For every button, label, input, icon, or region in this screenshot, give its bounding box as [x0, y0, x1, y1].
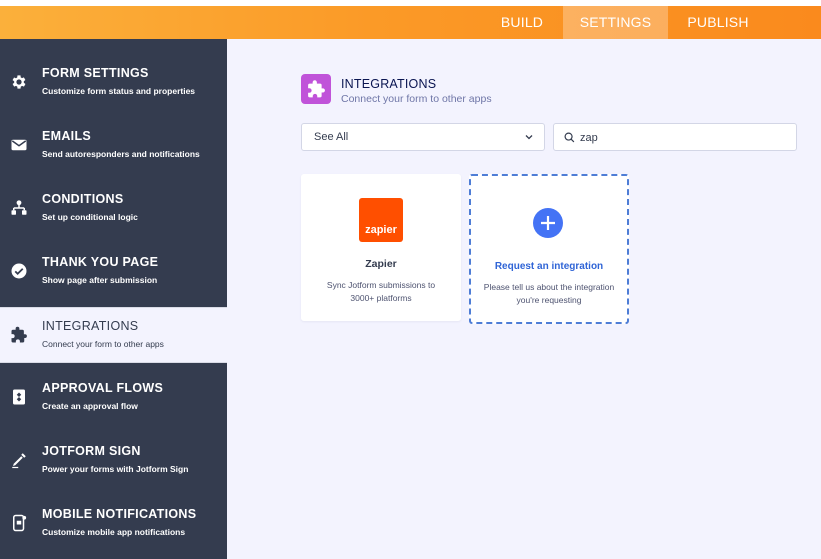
sidebar-item-mobile-notifications[interactable]: MOBILE NOTIFICATIONS Customize mobile ap… [0, 496, 227, 552]
request-integration-link[interactable]: Request an integration [471, 261, 627, 272]
dropdown-selected-value: See All [314, 131, 349, 143]
zapier-logo-text: zapier [365, 224, 397, 236]
sidebar-item-subtitle: Connect your form to other apps [42, 339, 164, 349]
sidebar-item-subtitle: Show page after submission [42, 275, 158, 285]
sidebar-item-jotform-sign[interactable]: JOTFORM SIGN Power your forms with Jotfo… [0, 433, 227, 489]
puzzle-icon [11, 326, 27, 343]
search-icon [564, 132, 575, 143]
tab-publish[interactable]: PUBLISH [668, 6, 768, 39]
sidebar-item-form-settings[interactable]: FORM SETTINGS Customize form status and … [0, 55, 227, 111]
sidebar-item-title: EMAILS [42, 129, 92, 143]
search-input[interactable] [580, 129, 790, 146]
sidebar-item-subtitle: Create an approval flow [42, 401, 138, 411]
category-filter-dropdown[interactable]: See All [301, 123, 545, 151]
sidebar-item-approval-flows[interactable]: APPROVAL FLOWS Create an approval flow [0, 370, 227, 426]
puzzle-icon [308, 80, 325, 98]
sidebar-item-title: THANK YOU PAGE [42, 255, 159, 269]
sidebar-item-subtitle: Customize mobile app notifications [42, 527, 186, 537]
integration-card-zapier[interactable]: zapier Zapier Sync Jotform submissions t… [301, 174, 461, 321]
tab-settings[interactable]: SETTINGS [563, 6, 668, 39]
settings-sidebar: FORM SETTINGS Customize form status and … [0, 39, 227, 559]
sidebar-item-title: APPROVAL FLOWS [42, 381, 164, 395]
hierarchy-icon [11, 200, 27, 215]
page-subtitle: Connect your form to other apps [341, 93, 492, 105]
sidebar-item-integrations[interactable]: INTEGRATIONS Connect your form to other … [0, 307, 227, 363]
sidebar-item-subtitle: Power your forms with Jotform Sign [42, 464, 189, 474]
sidebar-item-title: JOTFORM SIGN [42, 444, 141, 458]
approval-icon [13, 389, 25, 405]
pen-icon [12, 453, 26, 469]
chevron-down-icon [525, 135, 533, 140]
request-integration-card[interactable]: Request an integration Please tell us ab… [469, 174, 629, 324]
integration-description: Sync Jotform submissions to 3000+ platfo… [326, 280, 436, 303]
check-circle-icon [11, 263, 27, 279]
sidebar-item-title: INTEGRATIONS [42, 319, 139, 333]
sidebar-item-subtitle: Set up conditional logic [42, 212, 138, 222]
sidebar-item-title: MOBILE NOTIFICATIONS [42, 507, 197, 521]
zapier-logo: zapier [359, 198, 403, 242]
gear-icon [12, 75, 26, 89]
envelope-icon [11, 139, 27, 151]
tab-build[interactable]: BUILD [482, 6, 562, 39]
sidebar-item-conditions[interactable]: CONDITIONS Set up conditional logic [0, 181, 227, 237]
plus-icon [541, 216, 555, 230]
sidebar-item-thank-you-page[interactable]: THANK YOU PAGE Show page after submissio… [0, 244, 227, 300]
integrations-panel: INTEGRATIONS Connect your form to other … [227, 39, 821, 559]
sidebar-item-emails[interactable]: EMAILS Send autoresponders and notificat… [0, 118, 227, 174]
integrations-header-badge [301, 74, 331, 104]
integration-name: Zapier [365, 258, 397, 270]
mobile-icon [13, 514, 27, 532]
sidebar-item-subtitle: Send autoresponders and notifications [42, 149, 200, 159]
top-navigation-bar: BUILD SETTINGS PUBLISH [0, 0, 821, 39]
sidebar-item-subtitle: Customize form status and properties [42, 86, 196, 96]
sidebar-item-title: FORM SETTINGS [42, 66, 149, 80]
request-integration-description: Please tell us about the integration you… [483, 282, 615, 305]
page-title: INTEGRATIONS [341, 77, 437, 91]
add-integration-button[interactable] [533, 208, 563, 238]
sidebar-item-title: CONDITIONS [42, 192, 124, 206]
search-box [553, 123, 797, 151]
